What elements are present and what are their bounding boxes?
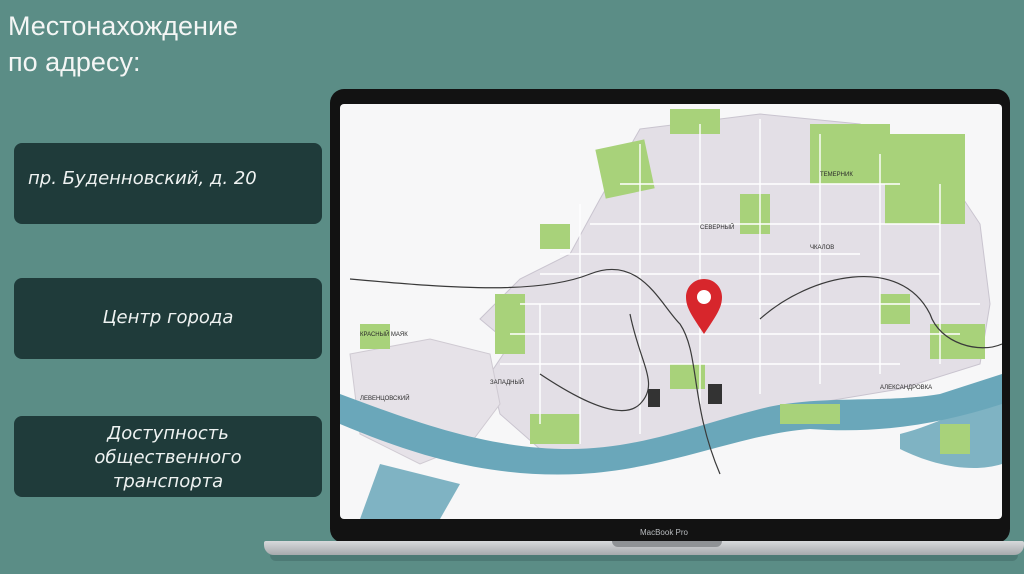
laptop-shadow: [270, 555, 1018, 561]
address-text: пр. Буденновский, д. 20: [28, 168, 257, 189]
map-label-1: КРАСНЫЙ МАЯК: [360, 330, 408, 338]
transport-line-2: общественного: [94, 447, 242, 468]
transport-line-1: Доступность: [107, 423, 229, 444]
map-label-6: ЧКАЛОВ: [810, 245, 834, 251]
laptop-notch: [612, 541, 722, 547]
transport-card: Доступность общественного транспорта: [14, 416, 322, 497]
address-card: пр. Буденновский, д. 20: [14, 143, 322, 224]
map-label-5: ЛЕВЕНЦОВСКИЙ: [360, 394, 410, 402]
map-graphic: КРАСНЫЙ МАЯК СЕВЕРНЫЙ ЗАПАДНЫЙ АЛЕКСАНДР…: [340, 109, 1002, 519]
city-center-card: Центр города: [14, 278, 322, 359]
city-center-text: Центр города: [102, 307, 234, 328]
page-title: Местонахождение по адресу:: [8, 8, 238, 80]
map-label-4: АЛЕКСАНДРОВКА: [880, 385, 932, 391]
laptop-model-label: MacBook Pro: [639, 528, 689, 537]
city-map: КРАСНЫЙ МАЯК СЕВЕРНЫЙ ЗАПАДНЫЙ АЛЕКСАНДР…: [340, 104, 1002, 519]
building-icon: [648, 389, 660, 407]
map-label-2: СЕВЕРНЫЙ: [700, 223, 734, 231]
building-icon-2: [708, 384, 722, 404]
title-line-2: по адресу:: [8, 47, 141, 77]
map-label-7: ТЕМЕРНИК: [820, 172, 853, 178]
transport-line-3: транспорта: [112, 471, 224, 492]
title-line-1: Местонахождение: [8, 11, 239, 41]
map-label-3: ЗАПАДНЫЙ: [490, 378, 524, 386]
